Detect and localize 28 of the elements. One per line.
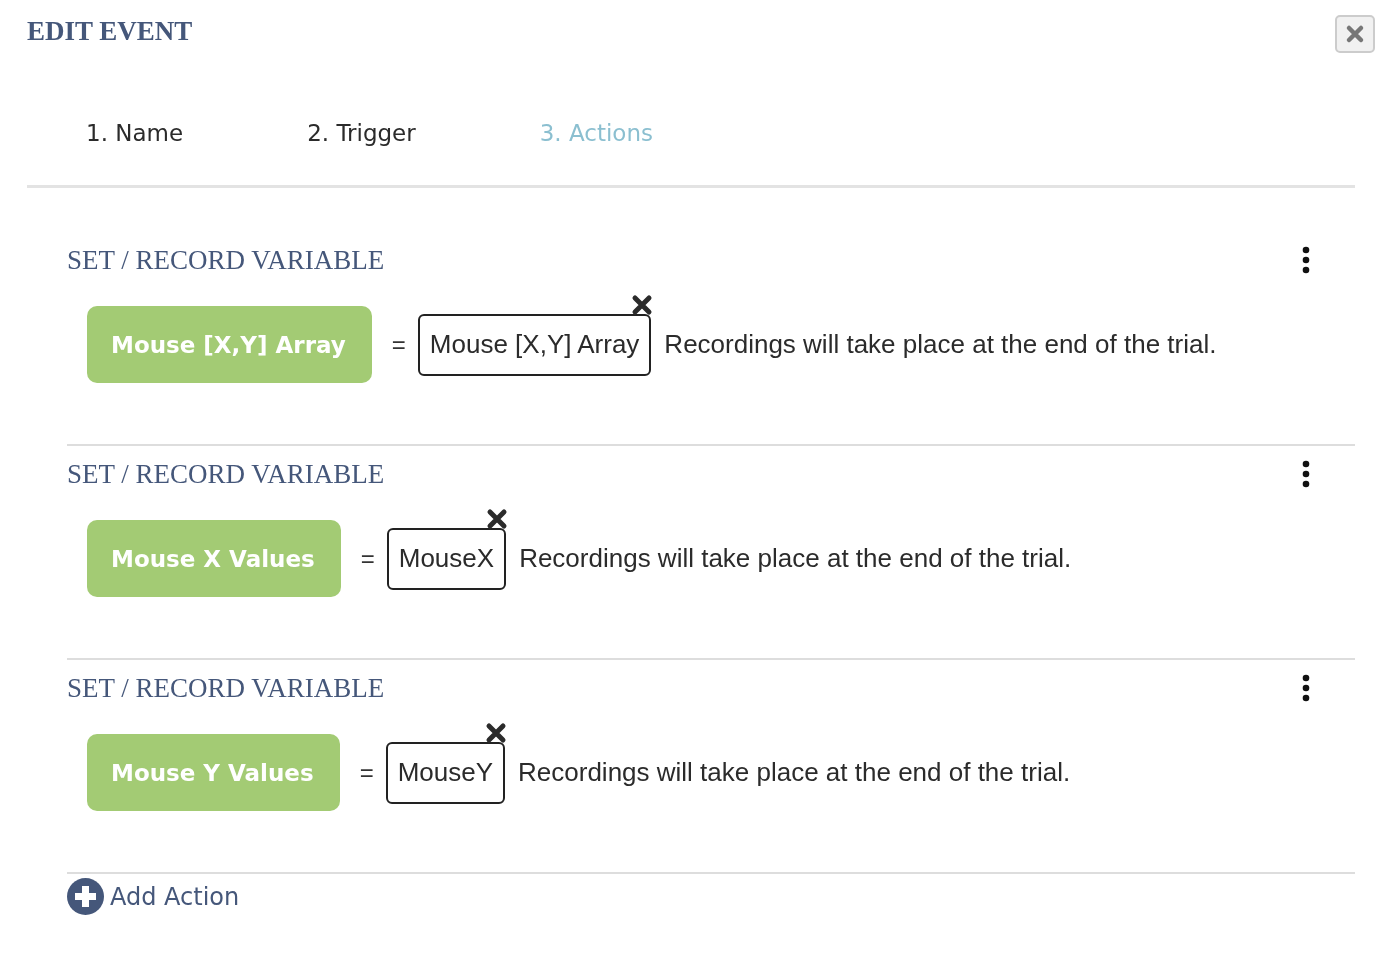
remove-icon[interactable] <box>631 293 654 316</box>
action-heading: SET / RECORD VARIABLE <box>67 244 385 276</box>
close-button[interactable] <box>1335 15 1375 53</box>
vertical-dots-icon <box>1302 674 1310 702</box>
action-heading: SET / RECORD VARIABLE <box>67 672 385 704</box>
equals-sign: = <box>360 544 375 573</box>
recording-note: Recordings will take place at the end of the trial. <box>519 543 1072 574</box>
more-options-button[interactable] <box>1302 246 1310 274</box>
step-tab[interactable]: 1. Name <box>86 105 184 161</box>
add-action-button[interactable]: Add Action <box>67 878 240 915</box>
action-heading: SET / RECORD VARIABLE <box>67 458 385 490</box>
close-icon <box>1345 24 1365 44</box>
vertical-dots-icon <box>1302 246 1310 274</box>
plus-icon <box>67 878 104 915</box>
value-field[interactable]: Mouse [X,Y] Array <box>417 313 652 376</box>
more-options-button[interactable] <box>1302 460 1310 488</box>
recording-note: Recordings will take place at the end of the trial. <box>518 757 1071 788</box>
equals-sign: = <box>359 758 374 787</box>
equals-sign: = <box>391 330 406 359</box>
remove-icon[interactable] <box>486 507 509 530</box>
dialog-title: EDIT EVENT <box>27 16 193 47</box>
remove-icon[interactable] <box>485 721 508 744</box>
value-field[interactable]: MouseY <box>385 741 506 804</box>
more-options-button[interactable] <box>1302 674 1310 702</box>
value-field[interactable]: MouseX <box>386 527 507 590</box>
recording-note: Recordings will take place at the end of the trial. <box>664 329 1217 360</box>
step-tab[interactable]: 2. Trigger <box>307 105 416 161</box>
vertical-dots-icon <box>1302 460 1310 488</box>
